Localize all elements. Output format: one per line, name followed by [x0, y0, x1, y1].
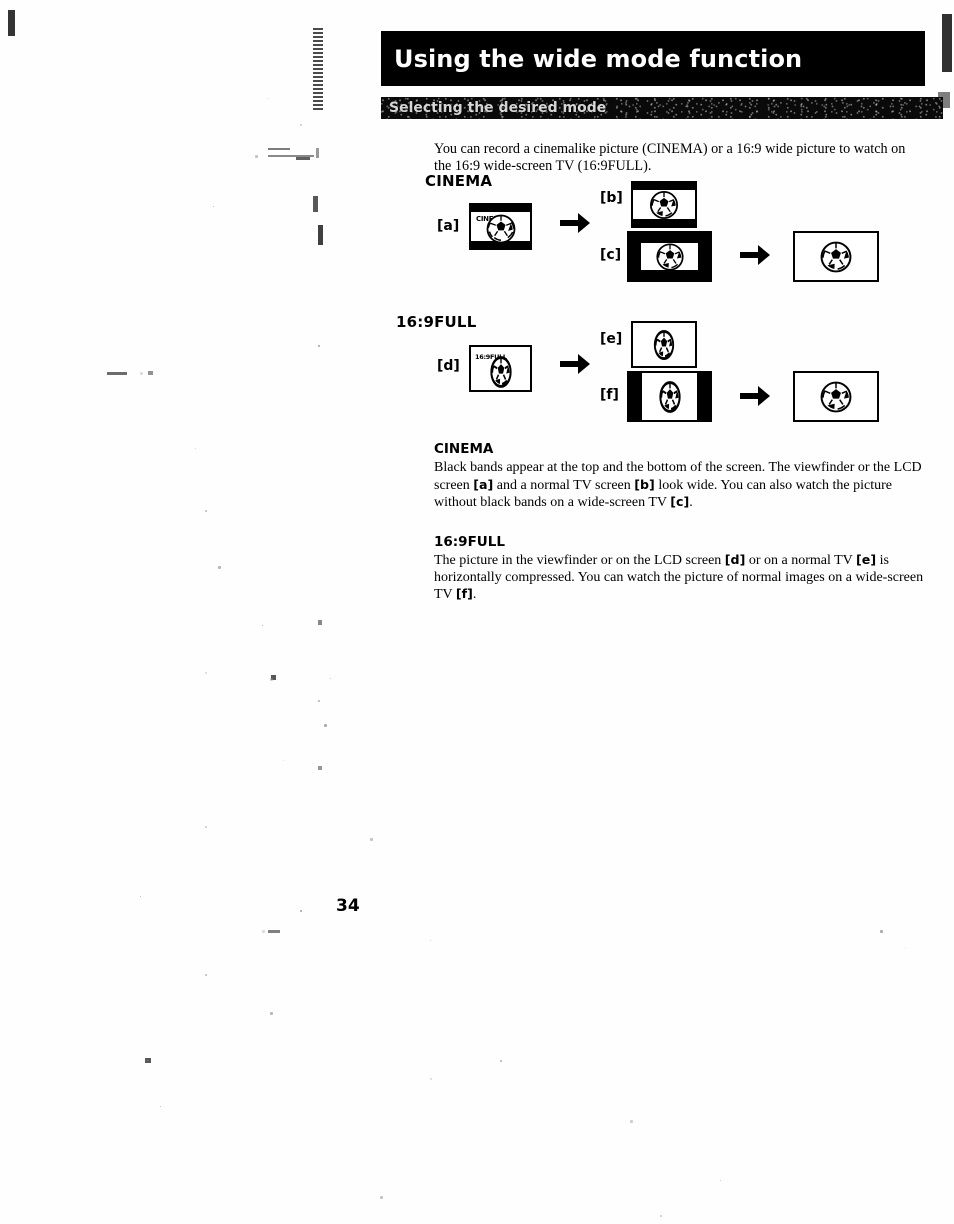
- scan-artifact-speck: [300, 910, 302, 912]
- scan-artifact-speck: [370, 838, 373, 841]
- viewfinder-screen-full: 16:9FULL: [469, 345, 532, 392]
- scan-artifact-streak: [316, 148, 319, 158]
- scan-artifact-streak: [318, 225, 323, 245]
- scan-artifact-dash: [296, 157, 310, 160]
- figure-tag-b: [b]: [600, 190, 623, 206]
- full-description-heading: 16:9FULL: [434, 534, 505, 550]
- intro-paragraph: You can record a cinemalike picture (CIN…: [434, 141, 906, 174]
- scan-artifact-speck: [195, 448, 196, 449]
- wide-screen-tv-full: [627, 371, 712, 422]
- section-subtitle: Selecting the desired mode: [389, 100, 607, 116]
- scan-artifact-speck: [905, 948, 906, 949]
- scan-artifact-speck: [160, 1106, 161, 1107]
- figure-tag-d: [d]: [437, 358, 460, 374]
- flow-arrow-full-1: [559, 349, 591, 379]
- figure-tag-a: [a]: [437, 218, 460, 234]
- full-diagram-heading: 16:9FULL: [396, 313, 477, 331]
- flow-arrow-cinema-1: [559, 208, 591, 238]
- normal-tv-screen-cinema: [631, 181, 697, 228]
- figure-tag-f: [f]: [600, 387, 619, 403]
- scan-artifact-speck: [300, 124, 302, 126]
- scan-artifact-speck: [283, 760, 284, 761]
- scan-artifact-speck: [218, 566, 221, 569]
- soccer-ball-icon: [649, 190, 679, 220]
- scan-artifact-speck: [205, 510, 207, 512]
- scan-artifact-corner-mark: [8, 10, 15, 36]
- soccer-ball-icon-compressed: [653, 329, 675, 360]
- soccer-ball-icon: [820, 240, 853, 273]
- scan-artifact-dash: [107, 372, 127, 375]
- scan-artifact-speck: [140, 372, 143, 375]
- figure-tag-e: [e]: [600, 331, 623, 347]
- document-page: Using the wide mode function Selecting t…: [0, 0, 954, 1224]
- scan-artifact-speck: [660, 1215, 662, 1217]
- normal-tv-screen-full: [631, 321, 697, 368]
- scan-artifact-streak: [313, 28, 323, 112]
- border-band-right: [698, 233, 710, 280]
- wide-screen-tv-cinema: [627, 231, 712, 282]
- scan-artifact-speck: [324, 724, 327, 727]
- soccer-ball-icon: [486, 214, 516, 244]
- scan-artifact-speck: [213, 206, 214, 207]
- scan-artifact-speck: [268, 98, 269, 99]
- soccer-ball-icon-compressed: [489, 355, 512, 388]
- cinema-description-heading: CINEMA: [434, 441, 494, 457]
- scan-artifact-dash: [268, 930, 280, 933]
- viewfinder-screen-cinema: CINEMA: [469, 203, 532, 250]
- scan-artifact-right-edge: [942, 14, 952, 72]
- scan-artifact-speck: [205, 974, 207, 976]
- figure-tag-c: [c]: [600, 247, 622, 263]
- scan-artifact-speck: [500, 1060, 502, 1062]
- wide-screen-tv-final-full: [793, 371, 879, 422]
- scan-artifact-speck: [270, 678, 273, 681]
- scan-artifact-speck: [430, 1078, 432, 1080]
- page-title: Using the wide mode function: [394, 44, 803, 73]
- page-title-bar: Using the wide mode function: [381, 31, 925, 86]
- scan-artifact-speck: [145, 1058, 151, 1063]
- scan-artifact-speck: [318, 766, 322, 770]
- cinema-diagram-heading: CINEMA: [425, 172, 493, 190]
- scan-artifact-streak: [313, 196, 318, 212]
- flow-arrow-cinema-2: [739, 240, 771, 270]
- pillarbox-band-right: [697, 373, 710, 420]
- scan-artifact-speck: [270, 1012, 273, 1015]
- scan-artifact-speck: [430, 940, 431, 941]
- scan-artifact-speck: [255, 155, 258, 158]
- soccer-ball-icon: [655, 242, 684, 271]
- scan-artifact-speck: [318, 700, 320, 702]
- scan-artifact-speck: [330, 678, 331, 679]
- scan-artifact-dash: [268, 148, 290, 150]
- section-subtitle-bar: Selecting the desired mode: [381, 97, 943, 119]
- scan-artifact-speck: [262, 930, 265, 933]
- wide-screen-tv-final-cinema: [793, 231, 879, 282]
- soccer-ball-icon: [820, 380, 853, 413]
- scan-artifact-speck: [720, 1180, 721, 1181]
- letterbox-band-bottom: [633, 219, 695, 226]
- scan-artifact-speck: [205, 826, 207, 828]
- soccer-ball-icon-compressed: [658, 380, 681, 413]
- scan-artifact-speck: [140, 896, 141, 897]
- flow-arrow-full-2: [739, 381, 771, 411]
- scan-artifact-speck: [262, 625, 263, 626]
- scan-artifact-speck: [380, 1196, 383, 1199]
- full-description-body: The picture in the viewfinder or on the …: [434, 552, 924, 603]
- scan-artifact-speck: [630, 1120, 633, 1123]
- cinema-description-body: Black bands appear at the top and the bo…: [434, 460, 922, 511]
- border-band-left: [629, 233, 641, 280]
- scan-artifact-speck: [318, 345, 320, 347]
- scan-artifact-dash: [148, 371, 153, 375]
- pillarbox-band-left: [629, 373, 642, 420]
- page-number: 34: [336, 896, 360, 916]
- scan-artifact-speck: [880, 930, 883, 933]
- letterbox-band-top: [471, 205, 530, 212]
- scan-artifact-speck: [205, 672, 207, 674]
- scan-artifact-speck: [318, 620, 322, 625]
